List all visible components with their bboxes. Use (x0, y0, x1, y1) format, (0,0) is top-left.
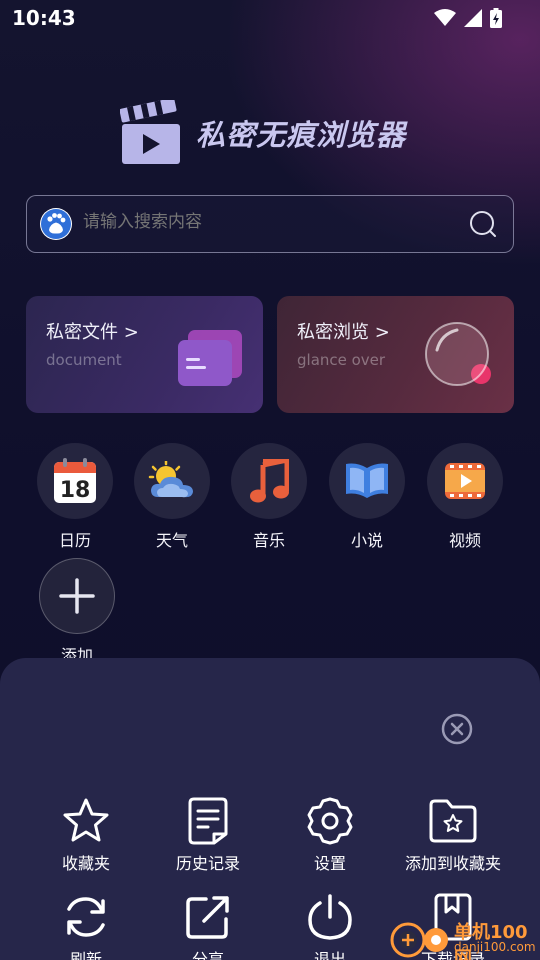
app-music-label: 音乐 (252, 531, 285, 550)
watermark: 单机100网 danji100.com (390, 914, 540, 960)
folder-icon (178, 330, 242, 386)
menu-favorites[interactable]: 收藏夹 (21, 794, 151, 874)
menu-history[interactable]: 历史记录 (143, 794, 273, 874)
private-files-title: 私密文件 > (46, 322, 139, 343)
private-browsing-card[interactable]: 私密浏览 > glance over (277, 296, 514, 413)
weather-icon (148, 461, 193, 498)
menu-share-label: 分享 (191, 950, 224, 960)
app-calendar-label: 日历 (58, 531, 91, 550)
book-icon (346, 463, 388, 498)
private-browsing-title: 私密浏览 > (297, 322, 390, 343)
watermark-logo-icon (390, 922, 448, 958)
status-icons (434, 8, 502, 28)
private-files-subtitle: document (46, 351, 122, 369)
add-favorite-icon (429, 799, 477, 843)
menu-history-label: 历史记录 (175, 854, 240, 873)
app-music-circle[interactable] (231, 443, 307, 519)
plus-icon (59, 578, 95, 614)
menu-refresh-label: 刷新 (69, 950, 102, 960)
app-video-circle[interactable] (427, 443, 503, 519)
app-weather[interactable]: 天气 (134, 443, 210, 551)
calendar-day: 18 (60, 478, 91, 503)
status-time: 10:43 (12, 6, 76, 30)
share-icon (186, 896, 229, 939)
private-browsing-subtitle: glance over (297, 351, 386, 369)
refresh-icon (67, 897, 105, 937)
menu-settings-label: 设置 (313, 854, 346, 873)
glass-ball-icon (425, 322, 491, 386)
app-video[interactable]: 视频 (427, 443, 503, 551)
video-icon (445, 463, 485, 499)
menu-settings[interactable]: 设置 (265, 794, 395, 874)
battery-icon (490, 8, 502, 28)
app-calendar[interactable]: 18 日历 (37, 443, 113, 551)
menu-favorites-label: 收藏夹 (61, 854, 110, 873)
power-icon (308, 894, 352, 940)
app-logo: 私密无痕浏览器 (120, 100, 406, 166)
app-music[interactable]: 音乐 (231, 443, 307, 551)
gear-icon (307, 797, 353, 845)
search-icon[interactable] (469, 210, 497, 238)
star-icon (63, 798, 109, 842)
app-add[interactable]: 添加 (39, 558, 115, 666)
app-title: 私密无痕浏览器 (196, 118, 407, 152)
wifi-icon (434, 9, 456, 26)
menu-refresh[interactable]: 刷新 (21, 890, 151, 960)
watermark-url: danji100.com (454, 940, 536, 954)
app-video-label: 视频 (448, 531, 481, 550)
menu-exit[interactable]: 退出 (265, 890, 395, 960)
add-app-button[interactable] (39, 558, 115, 634)
calendar-icon: 18 (54, 458, 96, 503)
app-novel-label: 小说 (350, 531, 383, 550)
app-weather-circle[interactable] (134, 443, 210, 519)
menu-add-favorite-label: 添加到收藏夹 (404, 854, 501, 873)
status-bar: 10:43 (0, 0, 540, 36)
app-novel[interactable]: 小说 (329, 443, 405, 551)
app-calendar-circle[interactable]: 18 (37, 443, 113, 519)
music-icon (250, 459, 289, 503)
app-novel-circle[interactable] (329, 443, 405, 519)
menu-add-favorite[interactable]: 添加到收藏夹 (388, 794, 518, 874)
menu-share[interactable]: 分享 (143, 890, 273, 960)
close-icon[interactable] (441, 713, 473, 745)
clapperboard-icon (120, 100, 180, 164)
app-weather-label: 天气 (155, 531, 188, 550)
private-files-card[interactable]: 私密文件 > document (26, 296, 263, 413)
baidu-logo-icon[interactable] (40, 208, 72, 240)
search-bar[interactable] (26, 195, 514, 253)
menu-exit-label: 退出 (313, 950, 346, 960)
search-input[interactable] (83, 212, 443, 232)
history-icon (188, 797, 228, 845)
signal-icon (464, 9, 482, 27)
